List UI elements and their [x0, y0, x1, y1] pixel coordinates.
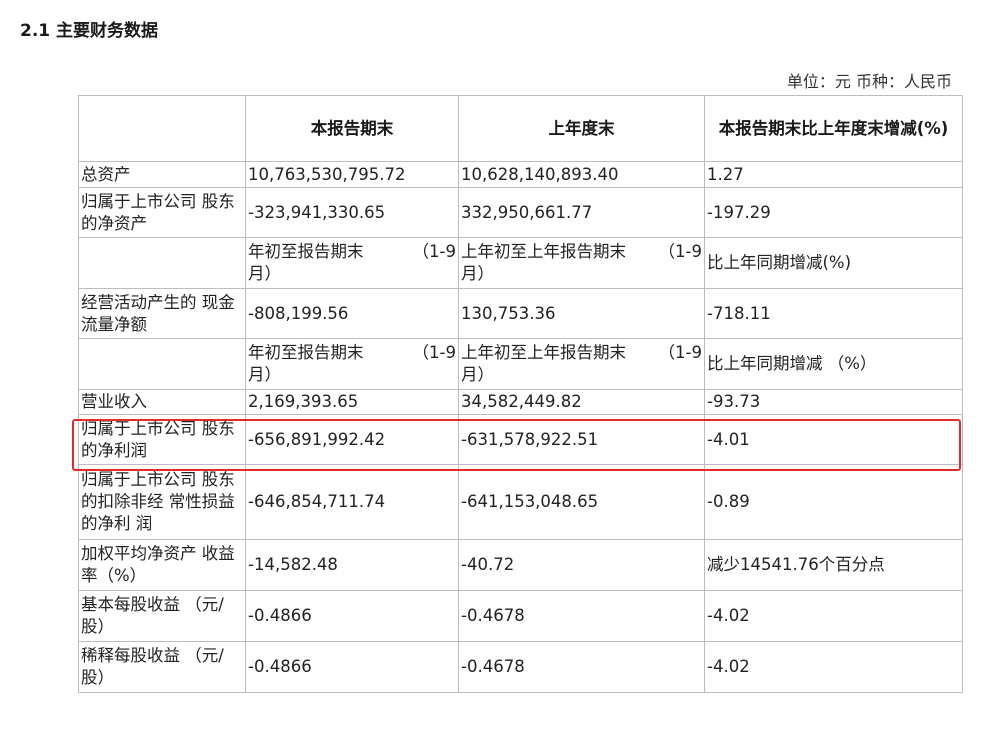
subheader-empty-cell	[78, 237, 246, 289]
row-label: 营业收入	[78, 389, 246, 415]
subheader-empty-cell	[78, 338, 246, 390]
subheader-prev-ytd-range: （1-9	[658, 343, 702, 362]
subheader-prev-ytd-text: 上年初至上年报告期末	[461, 242, 626, 261]
row-value-current: -656,891,992.42	[245, 414, 459, 465]
row-value-current: 2,169,393.65	[245, 389, 459, 415]
table-row: 基本每股收益 （元/股） -0.4866 -0.4678 -4.02	[78, 590, 963, 642]
row-value-current: 10,763,530,795.72	[245, 161, 459, 188]
subheader-ytd-range: （1-9	[412, 343, 456, 362]
subheader-ytd-month: 月）	[248, 365, 281, 384]
subheader-ytd: 年初至报告期末 （1-9 月）	[245, 338, 459, 390]
subheader-prev-ytd: 上年初至上年报告期末 （1-9 月）	[458, 338, 705, 390]
row-value-current: -14,582.48	[245, 539, 459, 591]
row-value-change: -4.02	[704, 641, 963, 693]
subheader-yoy-change: 比上年同期增减(%)	[704, 237, 963, 289]
row-label: 基本每股收益 （元/股）	[78, 590, 246, 642]
table-row: 总资产 10,763,530,795.72 10,628,140,893.40 …	[78, 161, 963, 188]
section-title: 2.1 主要财务数据	[20, 21, 159, 41]
header-empty-cell	[78, 95, 246, 162]
table-row: 稀释每股收益 （元/股） -0.4866 -0.4678 -4.02	[78, 641, 963, 693]
table-subheader-row: 年初至报告期末 （1-9 月） 上年初至上年报告期末 （1-9 月） 比上年同期增减…	[78, 338, 963, 390]
row-value-change: -197.29	[704, 187, 963, 238]
subheader-yoy-change: 比上年同期增减 （%）	[704, 338, 963, 390]
financial-data-table: 本报告期末 上年度末 本报告期末比上年度末增减(%) 总资产 10,763,53…	[78, 95, 963, 693]
header-current-period-end: 本报告期末	[245, 95, 459, 162]
row-label: 经营活动产生的 现金流量净额	[78, 288, 246, 339]
row-value-previous: -641,153,048.65	[458, 464, 705, 540]
row-label: 归属于上市公司 股东的扣除非经 常性损益的净利 润	[78, 464, 246, 540]
row-value-previous: 332,950,661.77	[458, 187, 705, 238]
table-subheader-row: 年初至报告期末 （1-9 月） 上年初至上年报告期末 （1-9 月） 比上年同期增减…	[78, 237, 963, 289]
subheader-prev-ytd-range: （1-9	[658, 242, 702, 261]
row-value-previous: -40.72	[458, 539, 705, 591]
row-value-change: 1.27	[704, 161, 963, 188]
header-change-pct: 本报告期末比上年度末增减(%)	[704, 95, 963, 162]
subheader-ytd-text: 年初至报告期末	[248, 343, 364, 362]
subheader-prev-ytd-text: 上年初至上年报告期末	[461, 343, 626, 362]
row-value-current: -0.4866	[245, 641, 459, 693]
subheader-prev-ytd: 上年初至上年报告期末 （1-9 月）	[458, 237, 705, 289]
row-value-previous: -0.4678	[458, 590, 705, 642]
table-row: 加权平均净资产 收益率（%） -14,582.48 -40.72 减少14541…	[78, 539, 963, 591]
row-value-current: -0.4866	[245, 590, 459, 642]
table-row: 营业收入 2,169,393.65 34,582,449.82 -93.73	[78, 389, 963, 415]
unit-currency-note: 单位：元 币种：人民币	[786, 72, 952, 91]
row-value-current: -808,199.56	[245, 288, 459, 339]
row-value-change: -0.89	[704, 464, 963, 540]
row-value-previous: 10,628,140,893.40	[458, 161, 705, 188]
subheader-ytd-text: 年初至报告期末	[248, 242, 364, 261]
subheader-ytd-range: （1-9	[412, 242, 456, 261]
header-last-year-end: 上年度末	[458, 95, 705, 162]
row-value-change: -718.11	[704, 288, 963, 339]
row-value-previous: 130,753.36	[458, 288, 705, 339]
table-row: 归属于上市公司 股东的净资产 -323,941,330.65 332,950,6…	[78, 187, 963, 238]
row-value-change: -93.73	[704, 389, 963, 415]
row-value-change: -4.02	[704, 590, 963, 642]
subheader-prev-ytd-month: 月）	[461, 264, 494, 283]
table-row: 经营活动产生的 现金流量净额 -808,199.56 130,753.36 -7…	[78, 288, 963, 339]
row-label: 稀释每股收益 （元/股）	[78, 641, 246, 693]
table-row: 归属于上市公司 股东的扣除非经 常性损益的净利 润 -646,854,711.7…	[78, 464, 963, 540]
row-value-current: -646,854,711.74	[245, 464, 459, 540]
subheader-ytd: 年初至报告期末 （1-9 月）	[245, 237, 459, 289]
row-label: 归属于上市公司 股东的净利润	[78, 414, 246, 465]
row-label: 加权平均净资产 收益率（%）	[78, 539, 246, 591]
subheader-prev-ytd-month: 月）	[461, 365, 494, 384]
row-value-change: 减少14541.76个百分点	[704, 539, 963, 591]
row-value-previous: -0.4678	[458, 641, 705, 693]
row-label: 总资产	[78, 161, 246, 188]
row-value-change: -4.01	[704, 414, 963, 465]
row-value-previous: -631,578,922.51	[458, 414, 705, 465]
row-label: 归属于上市公司 股东的净资产	[78, 187, 246, 238]
subheader-ytd-month: 月）	[248, 264, 281, 283]
row-value-current: -323,941,330.65	[245, 187, 459, 238]
row-value-previous: 34,582,449.82	[458, 389, 705, 415]
table-header-row: 本报告期末 上年度末 本报告期末比上年度末增减(%)	[78, 95, 963, 162]
table-row-highlighted: 归属于上市公司 股东的净利润 -656,891,992.42 -631,578,…	[78, 414, 963, 465]
